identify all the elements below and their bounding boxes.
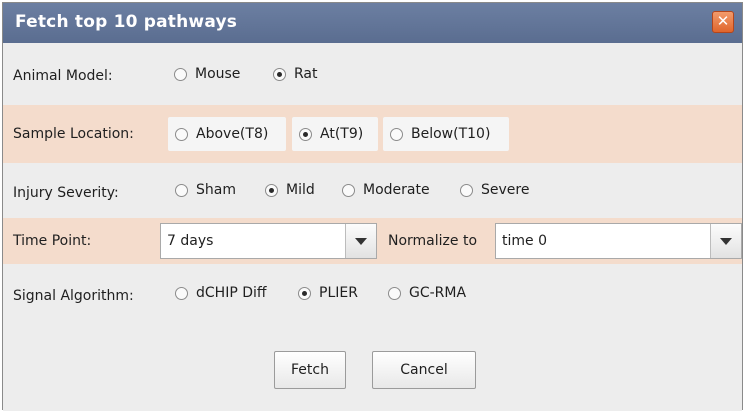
radio-selected-icon — [298, 286, 311, 300]
radio-icon — [342, 183, 355, 197]
close-icon[interactable]: ✕ — [712, 11, 734, 33]
option-label: Mouse — [195, 66, 241, 82]
sample-location-row: Sample Location: Above(T8) At(T9) Below(… — [3, 105, 742, 163]
radio-selected-icon — [273, 67, 286, 81]
signal-algorithm-dchip-radio[interactable]: dCHIP Diff — [175, 285, 267, 301]
dialog-window: Fetch top 10 pathways ✕ Animal Model: Mo… — [2, 2, 743, 411]
normalize-label: Normalize to — [388, 233, 478, 249]
signal-algorithm-plier-radio[interactable]: PLIER — [298, 285, 358, 301]
option-label: Above(T8) — [196, 126, 269, 142]
time-point-select[interactable]: 7 days — [160, 223, 377, 259]
signal-algorithm-label: Signal Algorithm: — [13, 288, 134, 304]
chevron-down-icon — [720, 238, 732, 245]
injury-severity-sham-radio[interactable]: Sham — [175, 182, 236, 198]
normalize-value: time 0 — [502, 233, 547, 249]
injury-severity-moderate-radio[interactable]: Moderate — [342, 182, 430, 198]
dialog-title: Fetch top 10 pathways — [15, 12, 238, 32]
animal-model-label: Animal Model: — [13, 68, 113, 84]
chevron-down-icon — [355, 238, 367, 245]
dialog-content: Animal Model: Mouse Rat Sample Location:… — [3, 43, 742, 411]
radio-icon — [174, 67, 187, 81]
option-label: Moderate — [363, 182, 430, 198]
signal-algorithm-gcrma-radio[interactable]: GC-RMA — [388, 285, 466, 301]
radio-selected-icon — [299, 127, 312, 141]
animal-model-mouse-radio[interactable]: Mouse — [174, 66, 240, 82]
option-label: Rat — [294, 66, 318, 82]
option-label: At(T9) — [320, 126, 364, 142]
time-point-label: Time Point: — [13, 233, 92, 249]
cancel-button[interactable]: Cancel — [372, 351, 476, 389]
radio-icon — [175, 286, 188, 300]
radio-selected-icon — [265, 183, 278, 197]
fetch-button[interactable]: Fetch — [274, 351, 346, 389]
injury-severity-severe-radio[interactable]: Severe — [460, 182, 529, 198]
animal-model-rat-radio[interactable]: Rat — [273, 66, 318, 82]
radio-icon — [390, 127, 403, 141]
option-label: Sham — [196, 182, 236, 198]
radio-icon — [175, 183, 188, 197]
injury-severity-mild-radio[interactable]: Mild — [265, 182, 315, 198]
option-label: dCHIP Diff — [196, 285, 267, 301]
option-label: PLIER — [319, 285, 358, 301]
title-bar[interactable]: Fetch top 10 pathways ✕ — [3, 3, 742, 43]
normalize-dropdown-button[interactable] — [710, 224, 741, 258]
radio-icon — [388, 286, 401, 300]
injury-severity-row: Injury Severity: Sham Mild Moderate Seve… — [3, 163, 742, 213]
time-point-dropdown-button[interactable] — [345, 224, 376, 258]
option-label: Mild — [286, 182, 315, 198]
signal-algorithm-row: Signal Algorithm: dCHIP Diff PLIER GC-RM… — [3, 271, 742, 311]
sample-location-at-radio[interactable]: At(T9) — [299, 126, 363, 142]
time-point-value: 7 days — [167, 233, 214, 249]
normalize-select[interactable]: time 0 — [495, 223, 742, 259]
injury-severity-label: Injury Severity: — [13, 185, 119, 201]
sample-location-above-radio[interactable]: Above(T8) — [175, 126, 268, 142]
option-label: GC-RMA — [409, 285, 467, 301]
option-label: Severe — [481, 182, 530, 198]
sample-location-below-radio[interactable]: Below(T10) — [390, 126, 490, 142]
radio-icon — [175, 127, 188, 141]
radio-icon — [460, 183, 473, 197]
sample-location-label: Sample Location: — [13, 126, 134, 142]
animal-model-row: Animal Model: Mouse Rat — [3, 43, 742, 93]
option-label: Below(T10) — [411, 126, 491, 142]
time-point-row: Time Point: 7 days Normalize to time 0 — [3, 218, 742, 264]
